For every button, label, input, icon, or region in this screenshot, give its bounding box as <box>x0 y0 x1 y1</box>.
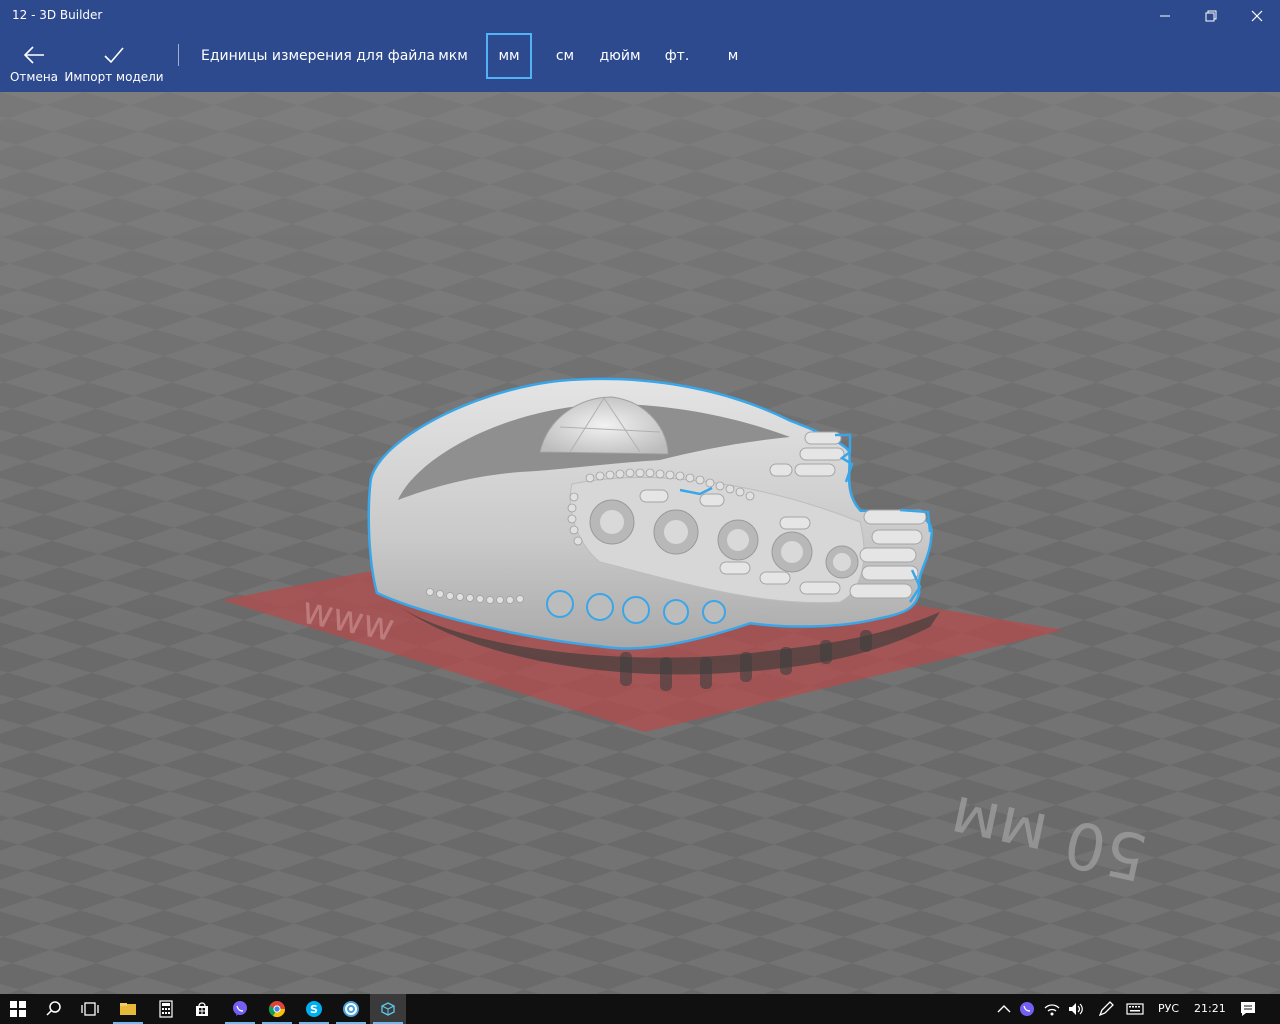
store-icon <box>196 1002 208 1016</box>
tray-keyboard[interactable] <box>1122 994 1148 1024</box>
toolbar-divider <box>178 44 179 66</box>
skype-icon: S <box>306 1001 322 1017</box>
taskbar-chrome[interactable] <box>259 994 295 1024</box>
unit-micrometer-option[interactable]: мкм <box>432 48 474 64</box>
start-button[interactable] <box>0 994 36 1024</box>
pen-icon <box>1098 1001 1114 1017</box>
checkmark-icon <box>103 44 125 66</box>
units-label: Единицы измерения для файла <box>201 48 435 64</box>
search-icon <box>46 1001 61 1016</box>
language-indicator[interactable]: РУС <box>1158 1002 1179 1015</box>
import-model-label: Импорт модели <box>64 70 164 84</box>
taskbar-store[interactable] <box>184 994 220 1024</box>
unit-millimeter-option[interactable]: мм <box>486 33 532 79</box>
viber-tray-icon <box>1020 1002 1034 1016</box>
calculator-icon <box>159 1000 173 1018</box>
tray-wifi[interactable] <box>1040 994 1064 1024</box>
unit-meter-option[interactable]: м <box>718 48 748 64</box>
taskbar-settings-app[interactable] <box>333 994 369 1024</box>
tray-pen[interactable] <box>1094 994 1118 1024</box>
unit-foot-option[interactable]: фт. <box>660 48 694 64</box>
wifi-icon <box>1044 1004 1060 1016</box>
unit-centimeter-option[interactable]: см <box>546 48 584 64</box>
tray-volume[interactable] <box>1064 994 1088 1024</box>
chevron-up-icon <box>997 1005 1011 1013</box>
3d-viewport[interactable]: www 50 мм <box>0 92 1280 994</box>
settings-app-icon <box>343 1001 359 1017</box>
taskbar-file-explorer[interactable] <box>110 994 146 1024</box>
restore-button[interactable] <box>1188 0 1234 32</box>
unit-inch-option[interactable]: дюйм <box>596 48 644 64</box>
taskbar-calculator[interactable] <box>148 994 184 1024</box>
title-bar: 12 - 3D Builder <box>0 0 1280 32</box>
chrome-icon <box>268 1001 286 1018</box>
app-header: 12 - 3D Builder Отмена Импорт модели Еди… <box>0 0 1280 92</box>
volume-icon <box>1069 1003 1083 1015</box>
start-icon <box>10 1001 26 1017</box>
file-explorer-icon <box>120 1003 136 1015</box>
clock-time[interactable]: 21:21 <box>1194 1002 1226 1015</box>
windows-taskbar: S РУС 21:21 <box>0 994 1280 1024</box>
keyboard-icon <box>1126 1003 1144 1015</box>
taskbar-3d-builder[interactable] <box>370 994 406 1024</box>
taskbar-viber[interactable] <box>222 994 258 1024</box>
window-title: 12 - 3D Builder <box>12 8 103 22</box>
3d-builder-icon <box>381 1002 395 1016</box>
scene-canvas: www 50 мм <box>0 92 1280 994</box>
task-view-icon <box>81 1002 99 1016</box>
cancel-label: Отмена <box>9 70 59 84</box>
task-view-button[interactable] <box>72 994 108 1024</box>
svg-text:S: S <box>310 1003 318 1016</box>
search-button[interactable] <box>36 994 72 1024</box>
minimize-button[interactable] <box>1142 0 1188 32</box>
toolbar: Отмена Импорт модели Единицы измерения д… <box>0 32 1280 92</box>
action-center-button[interactable] <box>1234 994 1262 1024</box>
taskbar-skype[interactable]: S <box>296 994 332 1024</box>
action-center-icon <box>1241 1002 1255 1016</box>
viber-icon <box>233 1001 247 1016</box>
tray-viber[interactable] <box>1016 994 1038 1024</box>
close-icon <box>1251 10 1263 22</box>
arrow-left-icon <box>23 44 45 66</box>
tray-overflow-button[interactable] <box>994 994 1014 1024</box>
minimize-icon <box>1160 15 1170 17</box>
close-button[interactable] <box>1234 0 1280 32</box>
import-model-button[interactable]: Импорт модели <box>64 32 164 90</box>
cancel-button[interactable]: Отмена <box>8 32 60 90</box>
restore-icon <box>1205 10 1217 22</box>
